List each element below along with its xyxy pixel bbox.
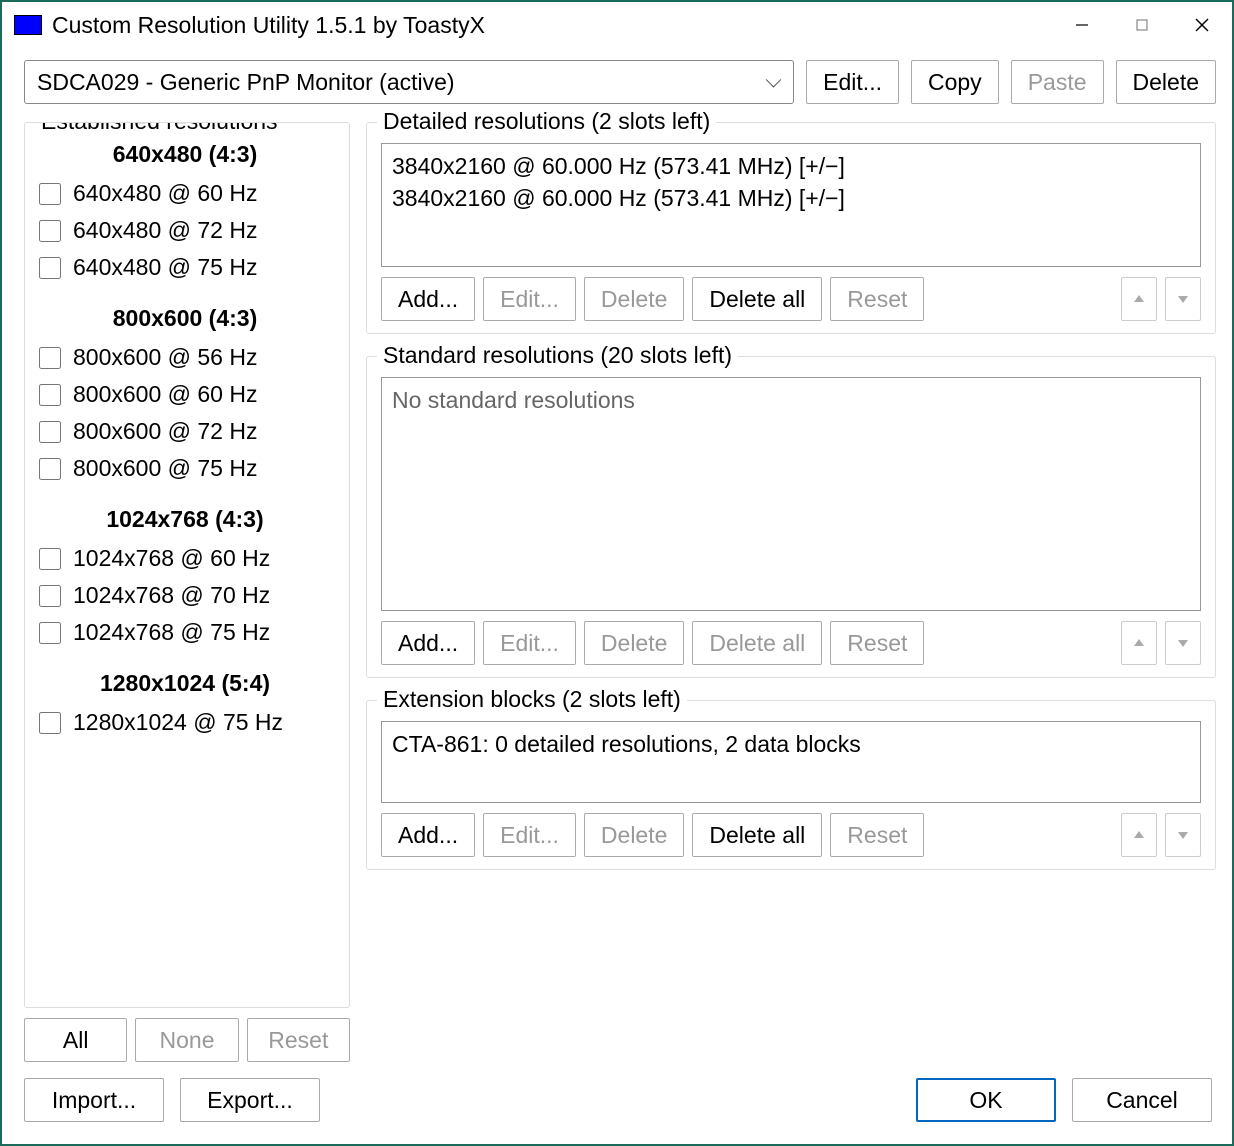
- established-reset-button[interactable]: Reset: [247, 1018, 350, 1062]
- resolution-checkbox-row[interactable]: 800x600 @ 60 Hz: [39, 381, 331, 408]
- extension-listbox[interactable]: CTA-861: 0 detailed resolutions, 2 data …: [381, 721, 1201, 803]
- established-label: Established resolutions: [35, 122, 284, 135]
- resolution-label: 640x480 @ 75 Hz: [73, 254, 257, 281]
- detailed-label: Detailed resolutions (2 slots left): [377, 112, 716, 135]
- detailed-listbox[interactable]: 3840x2160 @ 60.000 Hz (573.41 MHz) [+/−]…: [381, 143, 1201, 267]
- standard-move-down-button[interactable]: [1165, 621, 1201, 665]
- resolution-label: 1280x1024 @ 75 Hz: [73, 709, 283, 736]
- standard-deleteall-button[interactable]: Delete all: [692, 621, 822, 665]
- detailed-deleteall-button[interactable]: Delete all: [692, 277, 822, 321]
- resolution-checkbox[interactable]: [39, 585, 61, 607]
- detailed-group: Detailed resolutions (2 slots left) 3840…: [366, 122, 1216, 334]
- monitor-dropdown-value: SDCA029 - Generic PnP Monitor (active): [37, 69, 455, 96]
- resolution-checkbox[interactable]: [39, 257, 61, 279]
- extension-label: Extension blocks (2 slots left): [377, 686, 687, 713]
- resolution-checkbox-row[interactable]: 800x600 @ 72 Hz: [39, 418, 331, 445]
- detailed-move-up-button[interactable]: [1121, 277, 1157, 321]
- extension-reset-button[interactable]: Reset: [830, 813, 924, 857]
- resolution-label: 800x600 @ 60 Hz: [73, 381, 257, 408]
- detailed-reset-button[interactable]: Reset: [830, 277, 924, 321]
- extension-edit-button[interactable]: Edit...: [483, 813, 576, 857]
- extension-delete-button[interactable]: Delete: [584, 813, 684, 857]
- monitor-toolbar: SDCA029 - Generic PnP Monitor (active) E…: [2, 48, 1232, 112]
- resolution-label: 1024x768 @ 60 Hz: [73, 545, 270, 572]
- resolution-label: 800x600 @ 56 Hz: [73, 344, 257, 371]
- resolution-group-heading: 640x480 (4:3): [39, 141, 331, 168]
- ok-button[interactable]: OK: [916, 1078, 1056, 1122]
- import-button[interactable]: Import...: [24, 1078, 164, 1122]
- resolution-checkbox[interactable]: [39, 622, 61, 644]
- standard-reset-button[interactable]: Reset: [830, 621, 924, 665]
- standard-move-up-button[interactable]: [1121, 621, 1157, 665]
- detailed-list-item[interactable]: 3840x2160 @ 60.000 Hz (573.41 MHz) [+/−]: [392, 182, 1190, 214]
- standard-group: Standard resolutions (20 slots left) No …: [366, 356, 1216, 678]
- resolution-label: 640x480 @ 60 Hz: [73, 180, 257, 207]
- resolution-checkbox[interactable]: [39, 458, 61, 480]
- delete-monitor-button[interactable]: Delete: [1116, 60, 1216, 104]
- titlebar: Custom Resolution Utility 1.5.1 by Toast…: [2, 2, 1232, 48]
- paste-button[interactable]: Paste: [1011, 60, 1104, 104]
- monitor-dropdown[interactable]: SDCA029 - Generic PnP Monitor (active): [24, 60, 794, 104]
- footer: Import... Export... OK Cancel: [2, 1062, 1232, 1144]
- resolution-label: 800x600 @ 72 Hz: [73, 418, 257, 445]
- resolution-checkbox-row[interactable]: 1280x1024 @ 75 Hz: [39, 709, 331, 736]
- resolution-checkbox-row[interactable]: 640x480 @ 72 Hz: [39, 217, 331, 244]
- extension-move-up-button[interactable]: [1121, 813, 1157, 857]
- minimize-button[interactable]: [1052, 2, 1112, 48]
- maximize-button[interactable]: [1112, 2, 1172, 48]
- extension-group: Extension blocks (2 slots left) CTA-861:…: [366, 700, 1216, 870]
- resolution-checkbox[interactable]: [39, 384, 61, 406]
- resolution-checkbox-row[interactable]: 1024x768 @ 60 Hz: [39, 545, 331, 572]
- resolution-checkbox-row[interactable]: 800x600 @ 75 Hz: [39, 455, 331, 482]
- resolution-checkbox-row[interactable]: 800x600 @ 56 Hz: [39, 344, 331, 371]
- app-icon: [14, 15, 42, 35]
- established-group: Established resolutions 640x480 (4:3) 640…: [24, 122, 350, 1008]
- extension-deleteall-button[interactable]: Delete all: [692, 813, 822, 857]
- standard-listbox[interactable]: No standard resolutions: [381, 377, 1201, 611]
- copy-button[interactable]: Copy: [911, 60, 999, 104]
- close-button[interactable]: [1172, 2, 1232, 48]
- edit-monitor-button[interactable]: Edit...: [806, 60, 899, 104]
- resolution-label: 640x480 @ 72 Hz: [73, 217, 257, 244]
- resolution-checkbox[interactable]: [39, 220, 61, 242]
- resolution-checkbox[interactable]: [39, 712, 61, 734]
- resolution-checkbox[interactable]: [39, 421, 61, 443]
- resolution-checkbox[interactable]: [39, 183, 61, 205]
- resolution-label: 800x600 @ 75 Hz: [73, 455, 257, 482]
- standard-add-button[interactable]: Add...: [381, 621, 475, 665]
- detailed-list-item[interactable]: 3840x2160 @ 60.000 Hz (573.41 MHz) [+/−]: [392, 150, 1190, 182]
- detailed-move-down-button[interactable]: [1165, 277, 1201, 321]
- resolution-checkbox-row[interactable]: 640x480 @ 75 Hz: [39, 254, 331, 281]
- resolution-label: 1024x768 @ 70 Hz: [73, 582, 270, 609]
- established-none-button[interactable]: None: [135, 1018, 238, 1062]
- resolution-checkbox-row[interactable]: 1024x768 @ 75 Hz: [39, 619, 331, 646]
- resolution-label: 1024x768 @ 75 Hz: [73, 619, 270, 646]
- detailed-delete-button[interactable]: Delete: [584, 277, 684, 321]
- cancel-button[interactable]: Cancel: [1072, 1078, 1212, 1122]
- export-button[interactable]: Export...: [180, 1078, 320, 1122]
- detailed-edit-button[interactable]: Edit...: [483, 277, 576, 321]
- window-title: Custom Resolution Utility 1.5.1 by Toast…: [52, 12, 1052, 39]
- resolution-group-heading: 800x600 (4:3): [39, 305, 331, 332]
- extension-add-button[interactable]: Add...: [381, 813, 475, 857]
- standard-edit-button[interactable]: Edit...: [483, 621, 576, 665]
- resolution-group-heading: 1280x1024 (5:4): [39, 670, 331, 697]
- resolution-checkbox[interactable]: [39, 347, 61, 369]
- standard-label: Standard resolutions (20 slots left): [377, 342, 738, 369]
- extension-list-item[interactable]: CTA-861: 0 detailed resolutions, 2 data …: [392, 728, 1190, 760]
- resolution-group-heading: 1024x768 (4:3): [39, 506, 331, 533]
- resolution-checkbox[interactable]: [39, 548, 61, 570]
- detailed-add-button[interactable]: Add...: [381, 277, 475, 321]
- established-all-button[interactable]: All: [24, 1018, 127, 1062]
- resolution-checkbox-row[interactable]: 1024x768 @ 70 Hz: [39, 582, 331, 609]
- extension-move-down-button[interactable]: [1165, 813, 1201, 857]
- resolution-checkbox-row[interactable]: 640x480 @ 60 Hz: [39, 180, 331, 207]
- standard-delete-button[interactable]: Delete: [584, 621, 684, 665]
